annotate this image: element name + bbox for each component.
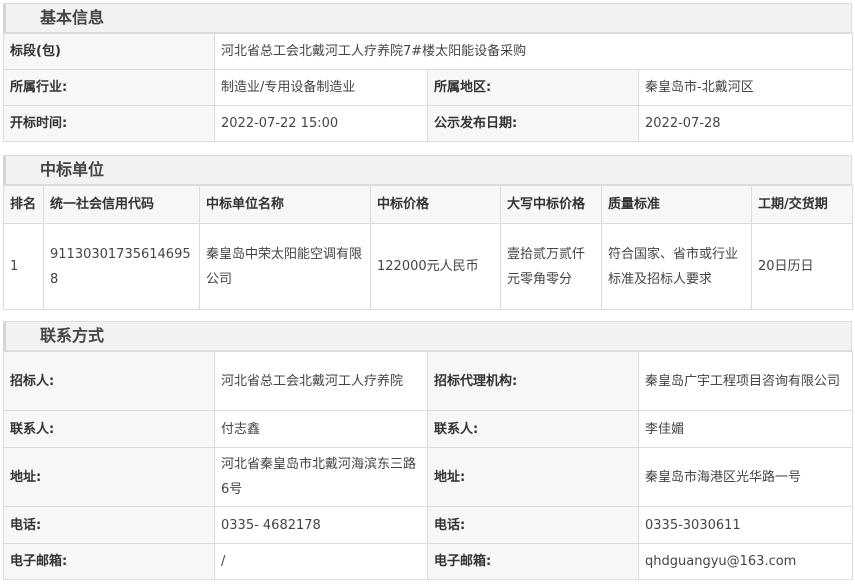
contact-title: 联系方式 [3, 321, 852, 351]
table-row: 电子邮箱: / 电子邮箱: qhdguangyu@163.com [3, 543, 853, 580]
region-value: 秦皇岛市-北戴河区 [637, 69, 854, 106]
table-row: 1 911303017356146958 秦皇岛中荣太阳能空调有限公司 1220… [3, 223, 853, 310]
address-value: 河北省秦皇岛市北戴河海滨东三路6号 [214, 447, 428, 507]
col-header-price-words: 大写中标价格 [500, 185, 602, 224]
agency-value: 秦皇岛广宇工程项目咨询有限公司 [638, 351, 853, 411]
basic-info-title: 基本信息 [3, 3, 852, 33]
tenderer-value: 河北省总工会北戴河工人疗养院 [214, 351, 428, 411]
col-header-rank: 排名 [3, 185, 44, 224]
agency-address-value: 秦皇岛市海港区光华路一号 [638, 447, 853, 507]
rank-cell: 1 [3, 223, 44, 310]
contact-person-value: 付志鑫 [214, 410, 428, 448]
table-row: 地址: 河北省秦皇岛市北戴河海滨东三路6号 地址: 秦皇岛市海港区光华路一号 [3, 447, 853, 507]
period-cell: 20日历日 [751, 223, 853, 310]
phone-label: 电话: [3, 506, 215, 544]
region-label: 所属地区: [427, 69, 639, 106]
section-label: 标段(包) [3, 33, 215, 70]
agency-contact-value: 李佳媚 [638, 410, 853, 448]
agency-address-label: 地址: [427, 447, 639, 507]
table-row: 标段(包) 河北省总工会北戴河工人疗养院7#楼太阳能设备采购 [3, 33, 854, 70]
open-time-label: 开标时间: [3, 105, 215, 142]
agency-email-value: qhdguangyu@163.com [638, 543, 853, 580]
agency-contact-label: 联系人: [427, 410, 639, 448]
table-row: 所属行业: 制造业/专用设备制造业 所属地区: 秦皇岛市-北戴河区 [3, 69, 854, 106]
col-header-credit-code: 统一社会信用代码 [43, 185, 200, 224]
address-label: 地址: [3, 447, 215, 507]
agency-email-label: 电子邮箱: [427, 543, 639, 580]
industry-label: 所属行业: [3, 69, 215, 106]
basic-info-table: 标段(包) 河北省总工会北戴河工人疗养院7#楼太阳能设备采购 所属行业: 制造业… [3, 33, 854, 142]
table-row: 电话: 0335- 4682178 电话: 0335-3030611 [3, 506, 853, 544]
col-header-price: 中标价格 [370, 185, 501, 224]
price-cell: 122000元人民币 [370, 223, 501, 310]
contact-section: 联系方式 招标人: 河北省总工会北戴河工人疗养院 招标代理机构: 秦皇岛广宇工程… [3, 321, 853, 580]
company-cell: 秦皇岛中荣太阳能空调有限公司 [199, 223, 371, 310]
publish-date-value: 2022-07-28 [637, 105, 854, 142]
col-header-quality: 质量标准 [601, 185, 752, 224]
col-header-period: 工期/交货期 [751, 185, 853, 224]
section-value: 河北省总工会北戴河工人疗养院7#楼太阳能设备采购 [213, 33, 854, 70]
price-words-cell: 壹拾贰万贰仟元零角零分 [500, 223, 602, 310]
basic-info-section: 基本信息 标段(包) 河北省总工会北戴河工人疗养院7#楼太阳能设备采购 所属行业… [3, 3, 854, 142]
agency-phone-value: 0335-3030611 [638, 506, 853, 544]
winner-section: 中标单位 排名 统一社会信用代码 中标单位名称 中标价格 大写中标价格 质量标准… [3, 155, 853, 310]
publish-date-label: 公示发布日期: [427, 105, 639, 142]
contact-person-label: 联系人: [3, 410, 215, 448]
open-time-value: 2022-07-22 15:00 [214, 105, 428, 142]
table-row: 开标时间: 2022-07-22 15:00 公示发布日期: 2022-07-2… [3, 105, 854, 142]
table-row: 联系人: 付志鑫 联系人: 李佳媚 [3, 410, 853, 448]
table-row: 招标人: 河北省总工会北戴河工人疗养院 招标代理机构: 秦皇岛广宇工程项目咨询有… [3, 351, 853, 411]
table-header-row: 排名 统一社会信用代码 中标单位名称 中标价格 大写中标价格 质量标准 工期/交… [3, 185, 853, 224]
agency-label: 招标代理机构: [427, 351, 639, 411]
col-header-company: 中标单位名称 [199, 185, 371, 224]
email-label: 电子邮箱: [3, 543, 215, 580]
industry-value: 制造业/专用设备制造业 [214, 69, 428, 106]
winner-table: 排名 统一社会信用代码 中标单位名称 中标价格 大写中标价格 质量标准 工期/交… [3, 185, 853, 310]
contact-table: 招标人: 河北省总工会北戴河工人疗养院 招标代理机构: 秦皇岛广宇工程项目咨询有… [3, 351, 853, 580]
agency-phone-label: 电话: [427, 506, 639, 544]
email-value: / [214, 543, 428, 580]
winner-title: 中标单位 [3, 155, 852, 185]
quality-cell: 符合国家、省市或行业标准及招标人要求 [601, 223, 752, 310]
phone-value: 0335- 4682178 [214, 506, 428, 544]
tenderer-label: 招标人: [3, 351, 215, 411]
credit-code-cell: 911303017356146958 [43, 223, 200, 310]
